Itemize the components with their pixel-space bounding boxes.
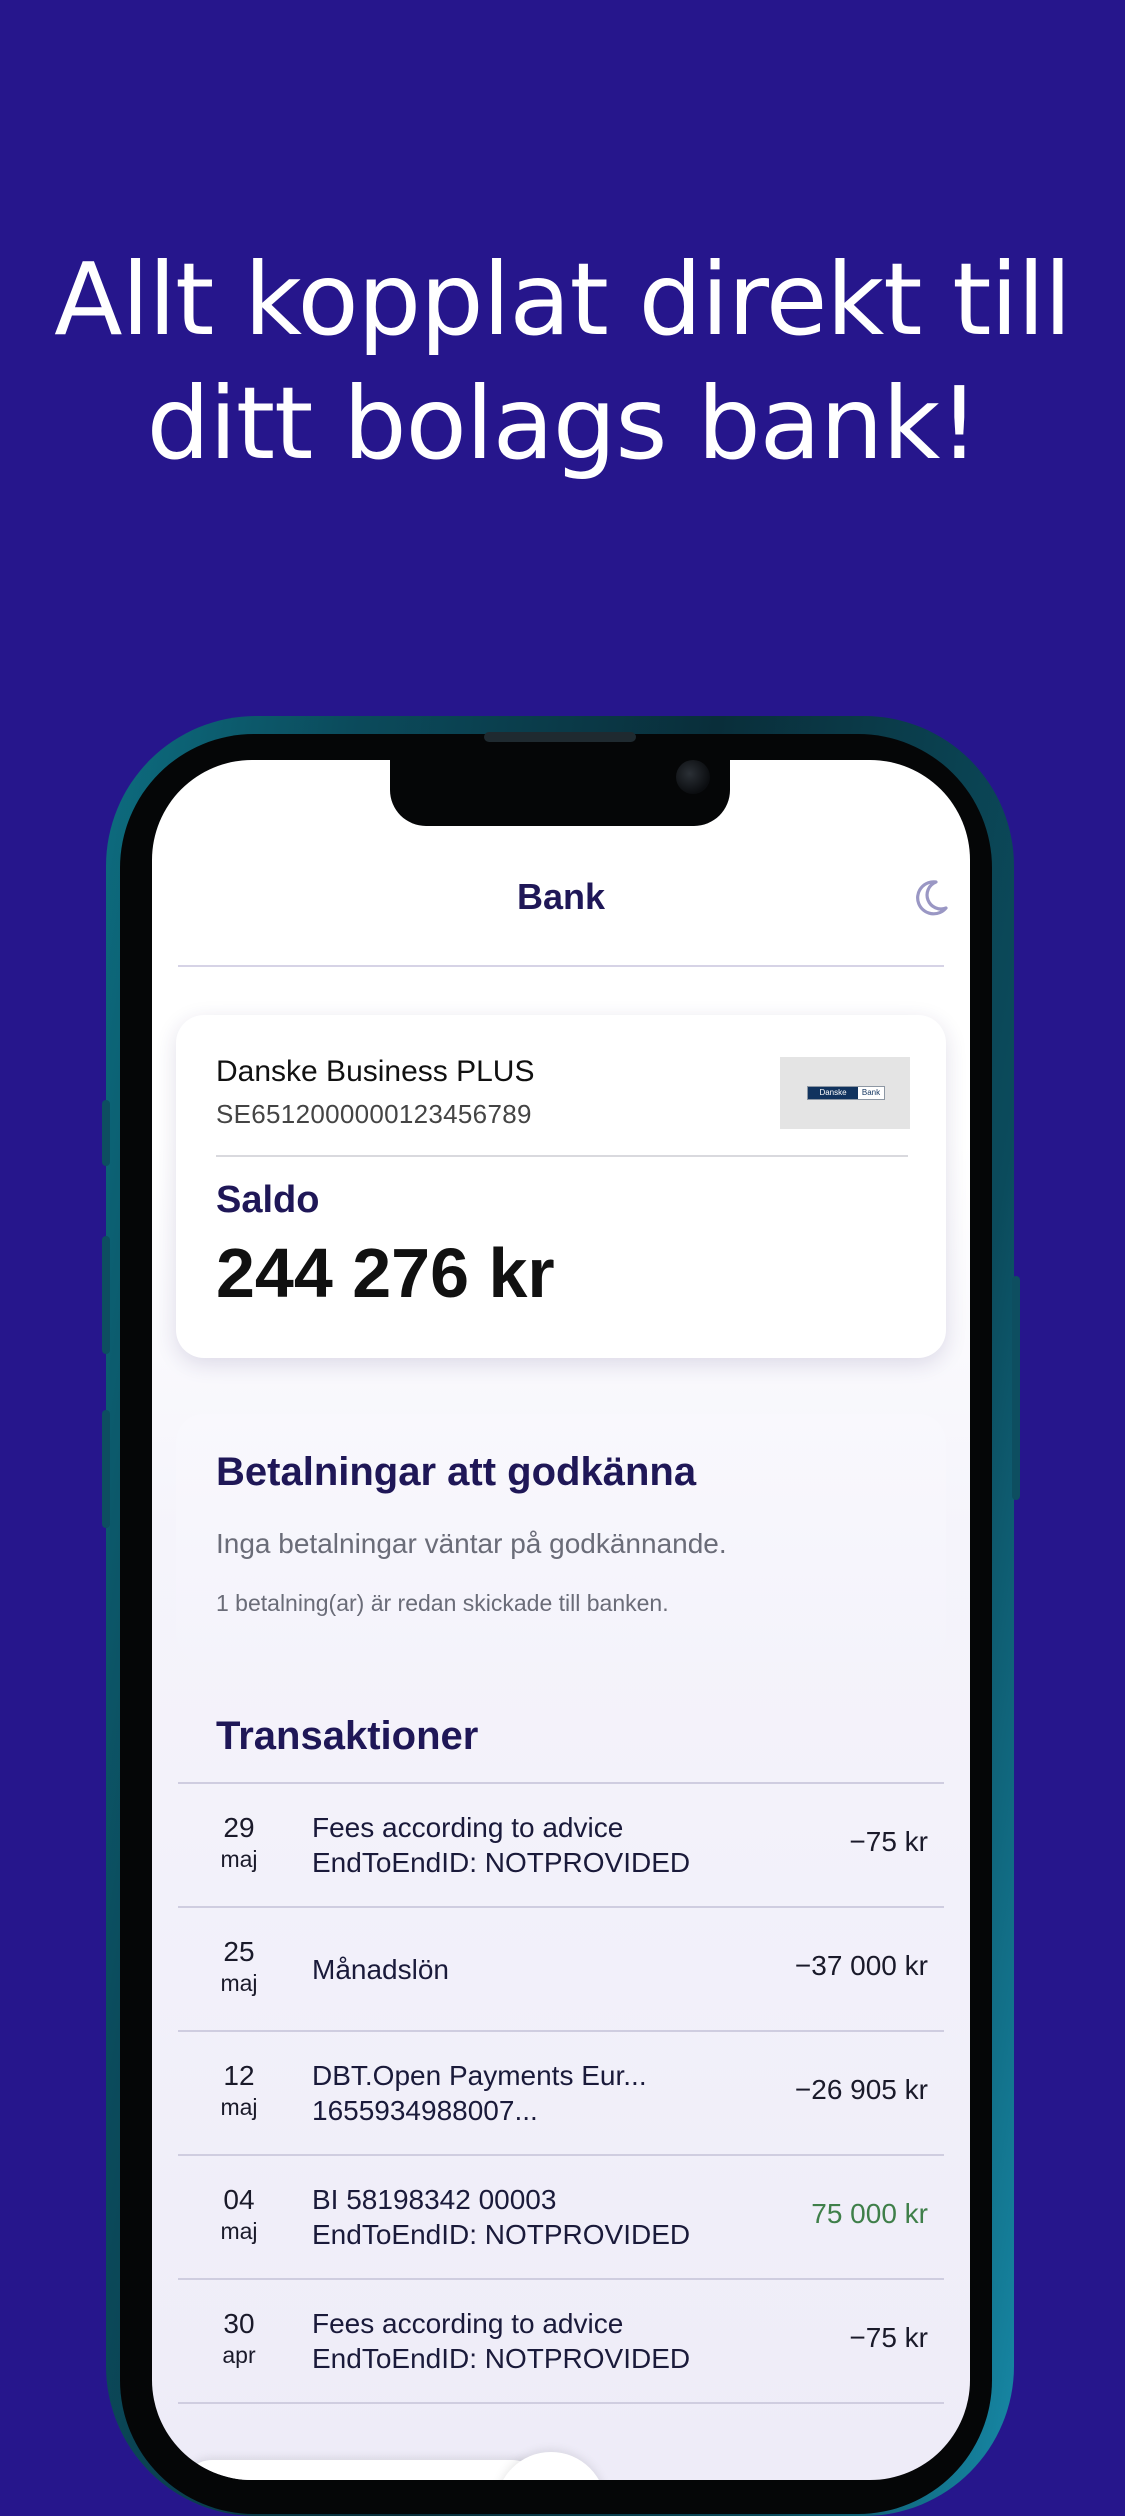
transaction-amount: −37 000 kr [794,1950,928,1981]
transaction-description: DBT.Open Payments Eur... 1655934988007..… [312,2058,712,2128]
transaction-description-line-1: DBT.Open Payments Eur... [312,2060,647,2091]
transaction-month: apr [222,2342,256,2368]
bottom-nav-center-button[interactable] [496,2452,606,2480]
payments-sent-text: 1 betalning(ar) är redan skickade till b… [216,1590,669,1616]
transaction-description-line-2: 1655934988007... [312,2095,538,2126]
headline-line-1: Allt kopplat direkt till [54,241,1072,358]
header-divider [178,965,944,967]
transaction-row[interactable]: 29 maj Fees according to advice EndToEnd… [178,1784,944,1908]
account-iban: SE6512000000123456789 [216,1099,532,1129]
balance-label: Saldo [216,1179,320,1221]
transaction-amount: 75 000 kr [811,2198,928,2229]
transaction-row[interactable]: 25 maj Månadslön −37 000 kr [178,1908,944,2032]
transaction-description-line-2: EndToEndID: NOTPROVIDED [312,1847,691,1878]
transaction-amount: −75 kr [849,2322,928,2353]
transactions-list: 29 maj Fees according to advice EndToEnd… [178,1782,944,2404]
account-name: Danske Business PLUS [216,1055,535,1088]
headline-line-2: ditt bolags bank! [146,365,980,482]
transaction-description: Fees according to advice EndToEndID: NOT… [312,2306,712,2376]
transaction-description-line-1: Fees according to advice [312,2308,624,2339]
transaction-description: BI 58198342 00003 EndToEndID: NOTPROVIDE… [312,2182,712,2252]
phone-screen: Bank Danske Business PLUS SE651200000012… [152,760,970,2480]
phone-side-button-volume-down [102,1410,110,1528]
transaction-month: maj [220,2218,258,2244]
moon-icon[interactable] [910,878,950,918]
phone-side-button-power [1012,1276,1020,1500]
transaction-day: 04 [223,2184,255,2215]
transaction-description-line-2: EndToEndID: NOTPROVIDED [312,2343,691,2374]
balance-value: 244 276 kr [216,1234,555,1312]
transaction-day: 29 [223,1812,255,1843]
transaction-month: maj [220,2094,258,2120]
payments-title: Betalningar att godkänna [216,1450,697,1494]
page-title: Bank [516,876,606,917]
card-divider [216,1155,908,1157]
transactions-title: Transaktioner [216,1714,479,1758]
transaction-day: 12 [223,2060,255,2091]
phone-side-button-silent [102,1100,110,1166]
phone-notch [390,760,730,826]
phone-speaker [484,732,636,742]
transaction-amount: −26 905 kr [794,2074,928,2105]
transaction-description-line-1: BI 58198342 00003 [312,2184,557,2215]
bank-logo-text-light: Bank [861,1088,881,1097]
payments-to-approve-card[interactable]: Betalningar att godkänna Inga betalninga… [176,1414,946,1662]
transaction-row[interactable]: 30 apr Fees according to advice EndToEnd… [178,2280,944,2404]
transaction-row[interactable]: 12 maj DBT.Open Payments Eur... 16559349… [178,2032,944,2156]
account-card[interactable]: Danske Business PLUS SE65120000001234567… [176,1015,946,1358]
promo-headline: Allt kopplat direkt till ditt bolags ban… [0,238,1125,486]
bank-logo-text-dark: Danske [808,1087,858,1099]
transaction-description-line-2: EndToEndID: NOTPROVIDED [312,2219,691,2250]
transaction-row[interactable]: 04 maj BI 58198342 00003 EndToEndID: NOT… [178,2156,944,2280]
transaction-month: maj [220,1846,258,1872]
transaction-amount: −75 kr [849,1826,928,1857]
transaction-month: maj [220,1970,258,1996]
transaction-description: Månadslön [312,1952,712,1987]
transaction-day: 25 [223,1936,255,1967]
phone-side-button-volume-up [102,1236,110,1354]
bank-logo: Danske Bank [780,1057,910,1129]
transaction-description: Fees according to advice EndToEndID: NOT… [312,1810,712,1880]
bottom-nav-bar[interactable] [182,2460,542,2480]
transaction-description-line-1: Fees according to advice [312,1812,624,1843]
front-camera [676,760,710,794]
bank-logo-mark: Danske Bank [807,1086,885,1100]
payments-empty-text: Inga betalningar väntar på godkännande. [216,1528,727,1559]
transaction-day: 30 [223,2308,255,2339]
transaction-description-line-1: Månadslön [312,1954,449,1985]
